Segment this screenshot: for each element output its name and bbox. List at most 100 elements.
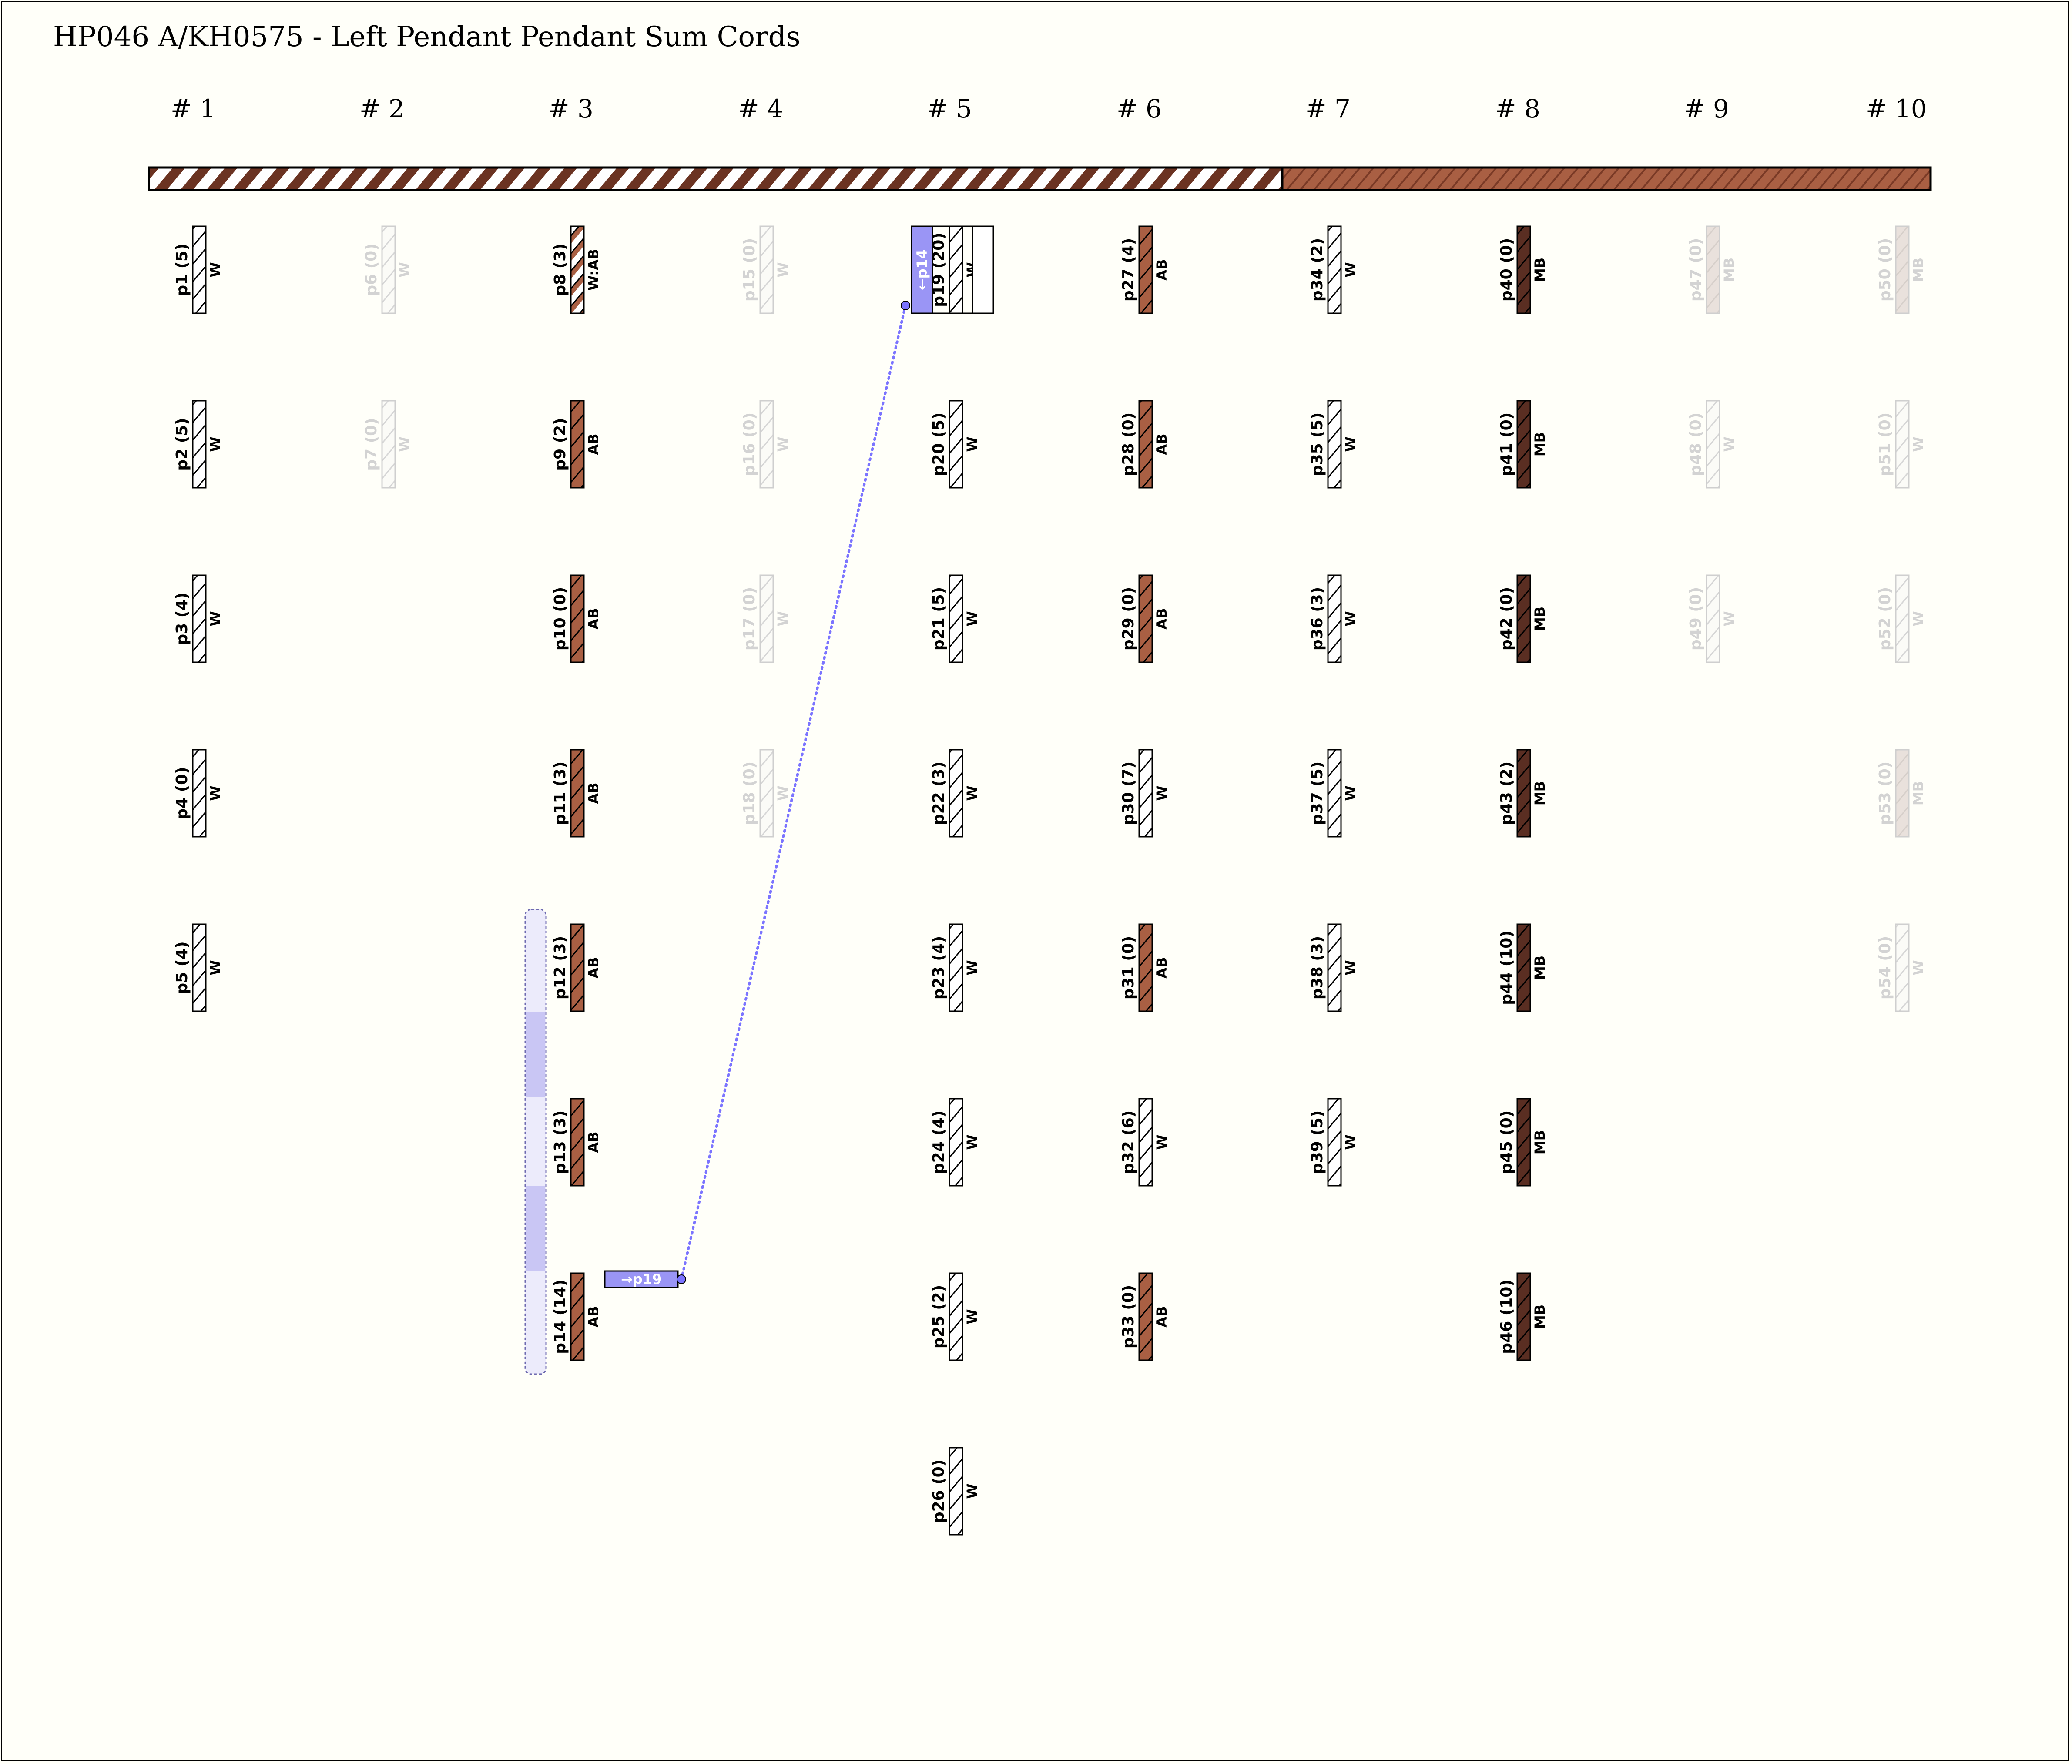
pendant-cord: p35 (5) W — [1308, 400, 1359, 489]
cord-label: p24 (4) — [930, 1110, 948, 1174]
sum-link-out-tag: →p19 — [604, 1270, 679, 1288]
cord-label: p41 (0) — [1498, 412, 1515, 476]
cord-label: p14 (14) — [551, 1279, 569, 1354]
cord-label: p45 (0) — [1498, 1110, 1515, 1174]
cord-label: p2 (5) — [173, 418, 191, 470]
primary-cord-segment-1 — [148, 166, 1284, 191]
cord-color-code: W — [207, 611, 224, 626]
group-label: # 5 — [927, 94, 972, 124]
pendant-cord: p2 (5) W — [173, 400, 224, 489]
cord-color-code: W — [207, 436, 224, 452]
cord-body — [570, 923, 585, 1012]
pendant-cord: p33 (0) AB — [1120, 1272, 1170, 1361]
cord-color-code: MB — [1910, 781, 1927, 805]
pendant-cord: p8 (3) W:AB — [551, 225, 602, 314]
group-label: # 9 — [1684, 94, 1729, 124]
pendant-cord: p11 (3) AB — [551, 749, 602, 838]
cord-label: p36 (3) — [1308, 587, 1326, 651]
cord-label: p54 (0) — [1876, 936, 1894, 999]
cord-color-code: MB — [1532, 1130, 1548, 1154]
cord-body — [1516, 225, 1531, 314]
pendant-cord: p47 (0) MB — [1687, 225, 1737, 314]
cord-color-code: W — [964, 960, 980, 975]
cord-label: p1 (5) — [173, 243, 191, 296]
cord-label: p43 (2) — [1498, 761, 1515, 825]
sum-link-in-label: ←p14 — [914, 249, 930, 290]
cord-body — [570, 225, 585, 314]
cord-color-code: W — [1721, 436, 1737, 452]
group-label: # 1 — [171, 94, 216, 124]
cord-label: p6 (0) — [362, 243, 380, 296]
cord-label: p26 (0) — [930, 1459, 948, 1523]
pendant-cord: p27 (4) AB — [1120, 225, 1170, 314]
cord-body — [1516, 923, 1531, 1012]
pendant-cord: p34 (2) W — [1308, 225, 1359, 314]
pendant-cord: p38 (3) W — [1308, 923, 1359, 1012]
cord-color-code: W — [774, 611, 791, 626]
cord-color-code: MB — [1721, 258, 1737, 282]
cord-body — [949, 574, 963, 663]
primary-cord-segment-2 — [1281, 166, 1932, 191]
cord-color-code: W — [1153, 785, 1170, 801]
cord-label: p16 (0) — [741, 412, 758, 476]
cord-color-code: W — [1342, 262, 1359, 277]
pendant-cord: p9 (2) AB — [551, 400, 602, 489]
cord-body — [1895, 400, 1910, 489]
cord-color-code: MB — [1910, 258, 1927, 282]
cord-label: p18 (0) — [741, 761, 758, 825]
cord-label: p34 (2) — [1308, 238, 1326, 302]
cord-body — [192, 574, 207, 663]
pendant-cord: p45 (0) MB — [1498, 1098, 1548, 1187]
cord-color-code: AB — [1153, 957, 1170, 978]
cord-color-code: W — [964, 436, 980, 452]
sum-link-out-label: →p19 — [621, 1271, 662, 1288]
cord-body — [1327, 400, 1342, 489]
pendant-cord: p32 (6) W — [1120, 1098, 1170, 1187]
cord-label: p47 (0) — [1687, 238, 1705, 302]
cord-body — [570, 1098, 585, 1187]
cord-body — [1138, 923, 1153, 1012]
cord-label: p13 (3) — [551, 1110, 569, 1174]
cord-label: p21 (5) — [930, 587, 948, 651]
cord-body — [381, 225, 396, 314]
cord-label: p15 (0) — [741, 238, 758, 302]
cord-body — [759, 749, 774, 838]
cord-body — [381, 400, 396, 489]
cord-color-code: W — [1153, 1134, 1170, 1150]
cord-color-code: W:AB — [585, 249, 602, 291]
pendant-cord: p52 (0) W — [1876, 574, 1927, 663]
cord-color-code: AB — [585, 608, 602, 629]
cord-color-code: W — [964, 785, 980, 801]
cord-label: p38 (3) — [1308, 936, 1326, 999]
pendant-cord: p54 (0) W — [1876, 923, 1927, 1012]
cord-body — [949, 225, 963, 314]
pendant-cord: p26 (0) W — [930, 1447, 980, 1536]
pendant-cord: p53 (0) MB — [1876, 749, 1927, 838]
pendant-cord: p6 (0) W — [362, 225, 413, 314]
linked-cord-highlight — [524, 909, 547, 1375]
pendant-cord: p7 (0) W — [362, 400, 413, 489]
cord-label: p40 (0) — [1498, 238, 1515, 302]
cord-label: p31 (0) — [1120, 936, 1137, 999]
cord-body — [949, 923, 963, 1012]
cord-body — [1516, 1272, 1531, 1361]
linked-cord-highlight-band — [526, 1186, 545, 1271]
cord-color-code: W — [964, 1309, 980, 1324]
cord-color-code: W — [774, 262, 791, 277]
cord-label: p4 (0) — [173, 767, 191, 819]
cord-label: p39 (5) — [1308, 1110, 1326, 1174]
cord-body — [1895, 923, 1910, 1012]
cord-body — [949, 400, 963, 489]
cord-label: p17 (0) — [741, 587, 758, 651]
cord-body — [949, 1272, 963, 1361]
cord-body — [759, 225, 774, 314]
cord-label: p25 (2) — [930, 1285, 948, 1348]
pendant-cord: p17 (0) W — [741, 574, 791, 663]
cord-label: p11 (3) — [551, 761, 569, 825]
pendant-cord: p42 (0) MB — [1498, 574, 1548, 663]
primary-cord-layer — [148, 166, 1932, 191]
cord-body — [1138, 749, 1153, 838]
pendant-cord: p23 (4) W — [930, 923, 980, 1012]
cord-body — [1138, 400, 1153, 489]
cord-body — [1138, 1098, 1153, 1187]
